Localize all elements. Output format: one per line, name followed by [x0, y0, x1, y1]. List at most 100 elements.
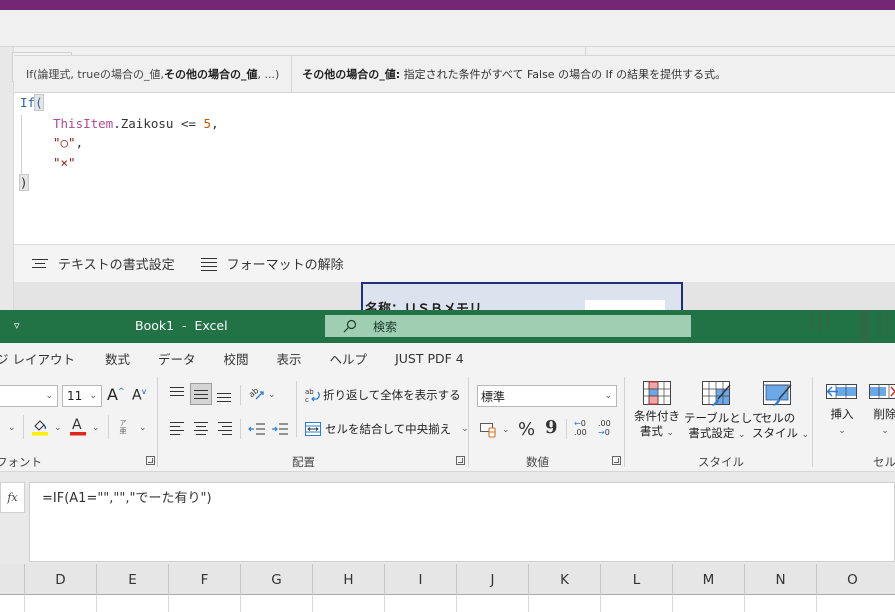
align-center-button[interactable]: [194, 421, 210, 437]
cell-styles-button[interactable]: セルの スタイル ⌄: [752, 381, 809, 443]
insert-cells-button[interactable]: 挿入 ⌄: [825, 381, 859, 439]
chevron-down-icon[interactable]: ⌄: [268, 390, 276, 400]
search-box[interactable]: 検索: [325, 315, 691, 337]
tab-view[interactable]: 表示: [277, 349, 302, 368]
chevron-down-icon[interactable]: ⌄: [54, 423, 62, 433]
merge-center-button[interactable]: セルを結合して中央揃え ⌄: [305, 421, 469, 437]
orientation-button[interactable]: ab: [247, 385, 266, 406]
code-line-5: ): [19, 174, 29, 191]
decrease-decimal-button[interactable]: .00 →0: [598, 419, 616, 437]
conditional-formatting-icon: [643, 381, 671, 405]
chevron-down-icon[interactable]: ⌄: [8, 423, 16, 433]
chevron-down-icon[interactable]: ⌄: [139, 423, 147, 433]
svg-text:A: A: [72, 417, 82, 433]
column-header-h[interactable]: H: [312, 564, 384, 595]
column-header-o[interactable]: O: [816, 564, 888, 595]
grid-line: [168, 595, 169, 612]
worksheet-grid[interactable]: [0, 595, 895, 612]
column-header-d[interactable]: D: [24, 564, 96, 595]
wrap-text-icon: abc: [305, 388, 320, 403]
middle-align-button[interactable]: [190, 383, 212, 405]
accounting-format-icon: [480, 423, 496, 438]
merge-center-icon: [305, 422, 321, 436]
font-size-dropdown[interactable]: 11 ⌄: [62, 385, 102, 407]
phonetic-guide-button[interactable]: ア亜: [118, 419, 128, 435]
font-color-icon: A: [70, 417, 86, 436]
top-align-button[interactable]: [170, 385, 186, 401]
bottom-align-button[interactable]: [217, 387, 233, 403]
chevron-down-icon[interactable]: ⌄: [502, 425, 510, 435]
tab-formulas[interactable]: 数式: [105, 349, 130, 368]
wrap-text-button[interactable]: ab c 折り返して全体を表示する: [305, 387, 461, 403]
tab-page-layout[interactable]: ジ レイアウト: [0, 349, 75, 368]
grid-line: [744, 595, 745, 612]
column-header-k[interactable]: K: [528, 564, 600, 595]
remove-formatting-button[interactable]: フォーマットの解除: [200, 254, 344, 273]
decrease-font-size-button[interactable]: Av: [132, 387, 146, 404]
font-group-label: フォント: [0, 455, 42, 469]
alignment-dialog-launcher[interactable]: [456, 456, 465, 465]
window-title: Book1 - Excel: [135, 318, 228, 333]
formula-format-bar: テキストの書式設定 フォーマットの解除: [14, 244, 895, 282]
column-header-j[interactable]: J: [456, 564, 528, 595]
customize-quick-access-icon[interactable]: ▿: [14, 319, 20, 332]
gallery-item-title: 名称：ＵＳＢメモリ: [365, 302, 483, 310]
grid-line: [528, 595, 529, 612]
increase-font-size-button[interactable]: A^: [107, 385, 125, 404]
powerapps-top-bar: [0, 0, 895, 10]
increase-indent-button[interactable]: [271, 421, 289, 440]
search-placeholder: 検索: [373, 319, 398, 334]
formula-input[interactable]: =IF(A1="","","でーた有り"): [29, 482, 895, 562]
tab-just-pdf[interactable]: JUST PDF 4: [395, 351, 464, 366]
chevron-down-icon: ⌄: [604, 391, 612, 401]
number-dialog-launcher[interactable]: [612, 456, 621, 465]
delete-cells-button[interactable]: 削除 ⌄: [868, 381, 895, 439]
grid-line: [384, 595, 385, 612]
chevron-down-icon[interactable]: ⌄: [92, 423, 100, 433]
column-header-f[interactable]: F: [168, 564, 240, 595]
grid-line: [672, 595, 673, 612]
tab-help[interactable]: ヘルプ: [330, 349, 368, 368]
insert-cells-icon: [826, 384, 857, 399]
column-header-i[interactable]: I: [384, 564, 456, 595]
tab-data[interactable]: データ: [158, 349, 196, 368]
fill-color-button[interactable]: [31, 417, 49, 439]
column-header-e[interactable]: E: [96, 564, 168, 595]
tab-review[interactable]: 校閲: [224, 349, 249, 368]
accounting-format-button[interactable]: [480, 421, 498, 442]
gallery-item[interactable]: 名称：ＵＳＢメモリ: [361, 282, 683, 310]
decrease-indent-button[interactable]: [248, 421, 266, 440]
column-header-l[interactable]: L: [600, 564, 672, 595]
align-right-button[interactable]: [218, 421, 234, 437]
conditional-formatting-button[interactable]: 条件付き 書式 ⌄: [633, 381, 681, 441]
font-name-dropdown[interactable]: ⌄: [0, 385, 58, 407]
divider: [468, 377, 469, 467]
formula-editor[interactable]: If( ThisItem.Zaikosu <= 5, "○", "×" ): [14, 93, 895, 244]
percent-style-button[interactable]: %: [518, 419, 535, 440]
column-header-m[interactable]: M: [672, 564, 744, 595]
chevron-down-icon: ⌄: [666, 428, 675, 438]
grid-line: [456, 595, 457, 612]
align-left-button[interactable]: [170, 421, 186, 437]
increase-indent-icon: [272, 423, 288, 435]
increase-decimal-button[interactable]: ←0.00: [574, 419, 592, 437]
grid-line: [600, 595, 601, 612]
insert-function-button[interactable]: fx: [0, 482, 25, 513]
number-format-dropdown[interactable]: 標準 ⌄: [477, 385, 617, 407]
grid-line: [96, 595, 97, 612]
divider: [108, 415, 109, 439]
font-dialog-launcher[interactable]: [146, 456, 155, 465]
ribbon: ⌄ 11 ⌄ A^ Av ⌄ ⌄ A ⌄ ア亜 ⌄ フォント ab ⌄ ab c …: [0, 373, 895, 472]
column-header-g[interactable]: G: [240, 564, 312, 595]
format-as-table-button[interactable]: テーブルとして 書式設定 ⌄: [684, 381, 763, 443]
grid-line: [24, 595, 25, 612]
comma-style-button[interactable]: 9: [545, 417, 558, 438]
styles-group-label: スタイル: [698, 455, 744, 469]
left-gutter: [0, 47, 14, 310]
cell-styles-icon: [763, 381, 792, 406]
format-text-button[interactable]: テキストの書式設定: [32, 254, 175, 273]
font-color-button[interactable]: A: [69, 417, 87, 439]
column-header-n[interactable]: N: [744, 564, 816, 595]
powerapps-toolbar-area: [0, 10, 895, 47]
svg-text:c: c: [305, 396, 309, 403]
